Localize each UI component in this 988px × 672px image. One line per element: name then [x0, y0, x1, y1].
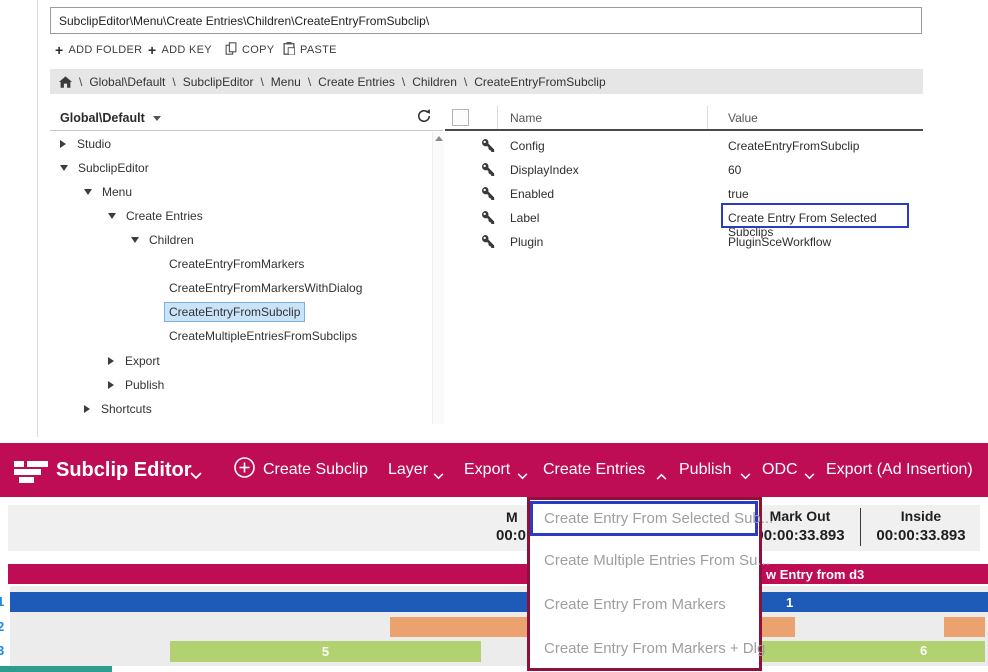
- app-title: Subclip Editor: [56, 443, 192, 497]
- tree-root-selector[interactable]: Global\Default: [60, 108, 161, 128]
- menu-publish[interactable]: Publish: [679, 443, 731, 497]
- tree-item-create-entries[interactable]: Create Entries: [50, 204, 490, 228]
- tree-header-divider: [50, 130, 443, 131]
- dropdown-item[interactable]: Create Multiple Entries From Su...: [544, 552, 770, 569]
- select-all-checkbox[interactable]: [452, 109, 469, 126]
- panel-left-border: [37, 0, 38, 437]
- tree-item-createentryfrommarkers[interactable]: CreateEntryFromMarkers: [50, 252, 551, 276]
- chevron-down-icon: [153, 116, 161, 121]
- timeline-segment-green[interactable]: 5: [170, 641, 481, 662]
- add-key-button[interactable]: + ADD KEY: [148, 41, 212, 58]
- mark-in-label-partial: M: [506, 509, 518, 525]
- key-icon: [482, 211, 495, 229]
- chevron-down-icon[interactable]: [190, 467, 202, 485]
- dropdown-item-highlight-box[interactable]: Create Entry From Selected Sub...: [530, 501, 758, 536]
- column-separator: [497, 106, 498, 129]
- value-cell[interactable]: 60: [728, 163, 741, 177]
- value-cell[interactable]: true: [728, 187, 749, 201]
- tree-item-publish[interactable]: Publish: [50, 373, 490, 397]
- timeline-title-text: w Entry from d3: [766, 567, 864, 582]
- key-icon: [482, 235, 495, 253]
- chevron-right-icon[interactable]: [60, 140, 66, 148]
- table-row[interactable]: Plugin PluginSceWorkflow: [445, 230, 923, 254]
- value-cell[interactable]: CreateEntryFromSubclip: [728, 139, 859, 153]
- chevron-right-icon[interactable]: [84, 405, 90, 413]
- timeline-segment-blue[interactable]: 1: [10, 592, 988, 612]
- chevron-down-icon[interactable]: [108, 213, 116, 219]
- breadcrumb-segment[interactable]: Global\Default: [89, 75, 165, 89]
- path-input[interactable]: [50, 7, 922, 34]
- chevron-down-icon: [517, 467, 528, 485]
- chevron-down-icon[interactable]: [84, 189, 92, 195]
- chevron-down-icon: [740, 467, 751, 485]
- tree-item-createentryfrommarkerswithdialog[interactable]: CreateEntryFromMarkersWithDialog: [50, 276, 551, 300]
- screen: + ADD FOLDER + ADD KEY COPY PASTE \ Glob…: [0, 0, 988, 672]
- chevron-down-icon: [804, 467, 815, 485]
- tree-item-children[interactable]: Children: [50, 228, 513, 252]
- timeline-title-bar: w Entry from d3: [8, 564, 988, 584]
- copy-button[interactable]: COPY: [225, 41, 274, 58]
- timeline-segment-orange[interactable]: [944, 617, 985, 637]
- paste-icon: [283, 42, 295, 58]
- tree-item-export[interactable]: Export: [50, 349, 490, 373]
- chevron-right-icon[interactable]: [108, 381, 114, 389]
- menu-export-ad-insertion[interactable]: Export (Ad Insertion): [826, 443, 973, 497]
- app-toolbar: Subclip Editor Create Subclip Layer Expo…: [0, 443, 988, 497]
- mark-in-value-partial: 00:0: [496, 527, 526, 544]
- add-folder-button[interactable]: + ADD FOLDER: [55, 41, 142, 58]
- table-row[interactable]: Config CreateEntryFromSubclip: [445, 134, 923, 158]
- breadcrumb-segment[interactable]: Create Entries: [318, 75, 395, 89]
- table-header-divider: [445, 129, 923, 131]
- chevron-down-icon: [433, 467, 444, 485]
- tree-item-createentryfromsubclip-selected[interactable]: CreateEntryFromSubclip: [50, 300, 551, 324]
- copy-icon: [225, 42, 237, 58]
- chevron-right-icon[interactable]: [108, 357, 114, 365]
- plus-icon: +: [148, 43, 156, 57]
- tree-item-createmultipleentriesfromsubclips[interactable]: CreateMultipleEntriesFromSubclips: [50, 324, 551, 348]
- breadcrumb-segment[interactable]: Children: [412, 75, 457, 89]
- menu-odc[interactable]: ODC: [762, 443, 798, 497]
- track-number-2: 2: [0, 619, 11, 634]
- app-logo-icon: [14, 460, 52, 488]
- tree-item-studio[interactable]: Studio: [50, 132, 442, 156]
- key-icon: [482, 187, 495, 205]
- key-icon: [482, 139, 495, 157]
- track-number-3: 3: [0, 643, 11, 658]
- plus-icon: +: [55, 43, 63, 57]
- inside-section: Inside 00:00:33.893: [856, 508, 986, 544]
- chevron-down-icon[interactable]: [60, 165, 68, 171]
- tree-item-subclipeditor[interactable]: SubclipEditor: [50, 156, 442, 180]
- menu-layer[interactable]: Layer: [388, 443, 428, 497]
- timeline-segment-teal[interactable]: [0, 666, 112, 672]
- menu-create-entries[interactable]: Create Entries: [543, 443, 645, 497]
- dropdown-item[interactable]: Create Entry From Markers: [544, 596, 726, 613]
- tree-item-menu[interactable]: Menu: [50, 180, 466, 204]
- menu-create-subclip[interactable]: Create Subclip: [263, 443, 368, 497]
- breadcrumb-segment[interactable]: Menu: [271, 75, 301, 89]
- chevron-up-icon: [656, 467, 667, 485]
- table-row[interactable]: DisplayIndex 60: [445, 158, 923, 182]
- dropdown-item[interactable]: Create Entry From Markers + Dlg: [544, 640, 765, 657]
- column-header-value[interactable]: Value: [728, 111, 758, 125]
- create-entries-dropdown: Create Entry From Selected Sub... Create…: [527, 497, 762, 671]
- plus-circle-icon[interactable]: [233, 456, 256, 484]
- tree-item-shortcuts[interactable]: Shortcuts: [50, 397, 466, 421]
- breadcrumb-segment[interactable]: CreateEntryFromSubclip: [474, 75, 605, 89]
- breadcrumb: \ Global\Default \ SubclipEditor \ Menu …: [50, 69, 923, 94]
- chevron-down-icon[interactable]: [131, 237, 139, 243]
- breadcrumb-segment[interactable]: SubclipEditor: [183, 75, 254, 89]
- label-value-highlight-box: [721, 203, 909, 228]
- dropdown-item[interactable]: Create Entry From Selected Sub...: [544, 510, 773, 527]
- key-icon: [482, 163, 495, 181]
- home-icon[interactable]: [59, 76, 72, 88]
- paste-button[interactable]: PASTE: [283, 41, 337, 58]
- refresh-button[interactable]: [417, 109, 431, 128]
- column-header-name[interactable]: Name: [510, 111, 542, 125]
- value-cell[interactable]: PluginSceWorkflow: [728, 235, 831, 249]
- menu-export[interactable]: Export: [464, 443, 510, 497]
- column-separator: [707, 106, 708, 129]
